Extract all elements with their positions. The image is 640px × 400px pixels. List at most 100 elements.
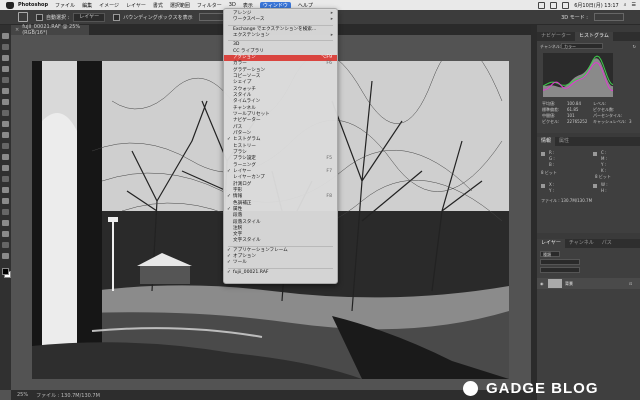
menu-layer[interactable]: レイヤー [126,2,146,9]
wifi-icon[interactable] [550,1,558,9]
marquee-tool-icon[interactable] [2,44,9,50]
type-tool-icon[interactable] [2,209,9,215]
dodge-tool-icon[interactable] [2,187,9,193]
path-select-tool-icon[interactable] [2,220,9,226]
blur-tool-icon[interactable] [2,176,9,182]
stat-pixels-value: 22765252 [567,119,588,124]
menu-item-label: レイヤー [233,168,252,174]
close-tab-icon[interactable]: × [15,27,19,33]
menu-select[interactable]: 選択範囲 [170,2,190,9]
menu-item-label: ブラシ設定 [233,156,256,162]
menu-item-label: 3D [233,42,240,48]
menu-item-label: ツール [233,260,247,266]
menu-item-label: 字形 [233,187,243,193]
crop-tool-icon[interactable] [2,77,9,83]
move-tool-icon[interactable] [2,33,9,39]
stat-stddev-value: 61.85 [567,107,579,112]
tab-properties[interactable]: 属性 [555,137,573,146]
clock[interactable]: 6月10日(月) 13:17 [574,2,618,9]
visibility-eye-icon[interactable]: ◉ [540,281,544,286]
eyedropper-cmyk-icon[interactable] [593,152,597,156]
tab-info[interactable]: 情報 [537,137,556,146]
battery-icon[interactable] [562,1,570,9]
tab-histogram[interactable]: ヒストグラム [575,32,613,41]
info-y-coord-label: Y : [549,188,555,193]
stamp-tool-icon[interactable] [2,132,9,138]
document-tab[interactable]: × fujii_00021.RAF @ 25% (RGB/16*) [11,24,89,36]
cc-icon[interactable] [538,1,546,9]
lock-controls[interactable] [540,267,580,273]
apple-icon[interactable] [6,1,14,9]
menu-item-label: アプリケーションフレーム [233,247,288,253]
search-icon[interactable]: ⌕ [624,2,627,8]
menu-filter[interactable]: フィルター [197,2,222,9]
transform-controls-label: バウンディングボックスを表示 [123,14,193,21]
channel-label: チャンネル: [540,44,562,49]
blend-mode-dropdown[interactable] [540,259,580,265]
menu-item-label: エクステンション [233,32,270,38]
frame-tool-icon[interactable] [2,88,9,94]
quick-select-tool-icon[interactable] [2,66,9,72]
tab-paths[interactable]: パス [598,239,616,248]
menu-item[interactable]: ✓ fujii_00021.RAF [224,270,337,276]
move-tool-icon[interactable] [18,12,28,22]
notification-icon[interactable]: ☰ [632,2,636,8]
channel-dropdown[interactable]: カラー [561,43,603,49]
eyedropper-icon[interactable] [541,152,545,156]
history-brush-tool-icon[interactable] [2,143,9,149]
foreground-color-swatch[interactable] [2,268,9,275]
menu-item-label: スタイル [233,92,252,98]
tab-navigator[interactable]: ナビゲーター [537,32,575,41]
menu-file[interactable]: ファイル [55,2,75,9]
info-file-size: ファイル : 130.7M/130.7M [541,198,593,203]
info-x-label: X : [549,182,555,187]
layer-thumbnail [548,279,562,288]
lasso-tool-icon[interactable] [2,55,9,61]
menu-item-label: 情報 [233,194,243,200]
shape-tool-icon[interactable] [2,231,9,237]
transform-controls-checkbox[interactable] [113,13,121,21]
3d-mode-buttons[interactable] [594,13,624,21]
layer-row[interactable]: ◉ 背景 ⊡ [537,278,640,289]
auto-select-dropdown[interactable]: レイヤー [73,12,106,22]
info-c-label: C : [601,150,607,155]
layer-filter-dropdown[interactable]: 種類 [540,251,560,257]
tab-channels[interactable]: チャンネル [565,239,598,248]
healing-tool-icon[interactable] [2,110,9,116]
hand-tool-icon[interactable] [2,242,9,248]
zoom-level[interactable]: 25% [17,392,28,398]
menu-type[interactable]: 書式 [153,2,163,9]
watermark-logo-icon [463,381,478,396]
refresh-icon[interactable]: ↻ [633,44,636,49]
layer-name[interactable]: 背景 [565,281,573,287]
selection-size-icon [593,184,597,188]
info-k-label: K : [601,168,607,173]
menu-item-label: fujii_00021.RAF [233,269,269,275]
menu-item-label: スウォッチ [233,86,256,92]
info-bits-left: 8 ビット [541,170,557,175]
eyedropper-tool-icon[interactable] [2,99,9,105]
menu-item-label: パス [233,124,243,130]
menu-app[interactable]: Photoshop [18,2,48,8]
menu-item-label: パターン [233,130,252,136]
menu-image[interactable]: イメージ [99,2,119,9]
gradient-tool-icon[interactable] [2,165,9,171]
zoom-tool-icon[interactable] [2,253,9,259]
file-size: ファイル : 130.7M/130.7M [36,392,100,399]
tab-layers[interactable]: レイヤー [537,239,565,248]
menubar-status: 6月10日(月) 13:17 ⌕ ☰ [533,1,636,9]
menu-item-label: シェイプ [233,80,252,86]
menu-item-label: Exchange でエクステンションを検索... [233,26,317,32]
menu-item-label: グラデーション [233,67,266,73]
brush-tool-icon[interactable] [2,121,9,127]
stat-cache-value: 3 [629,119,632,124]
menu-item-label: ヒストグラム [233,137,261,143]
pen-tool-icon[interactable] [2,198,9,204]
info-y-label: Y : [601,162,607,167]
auto-select-checkbox[interactable] [36,13,43,21]
menu-edit[interactable]: 編集 [82,2,92,9]
stat-pixels-label: ピクセル: [542,119,560,124]
info-panel: R : G : B : 8 ビット C : M : Y : K : 8 ビット … [537,146,640,233]
crosshair-icon [541,184,545,188]
eraser-tool-icon[interactable] [2,154,9,160]
